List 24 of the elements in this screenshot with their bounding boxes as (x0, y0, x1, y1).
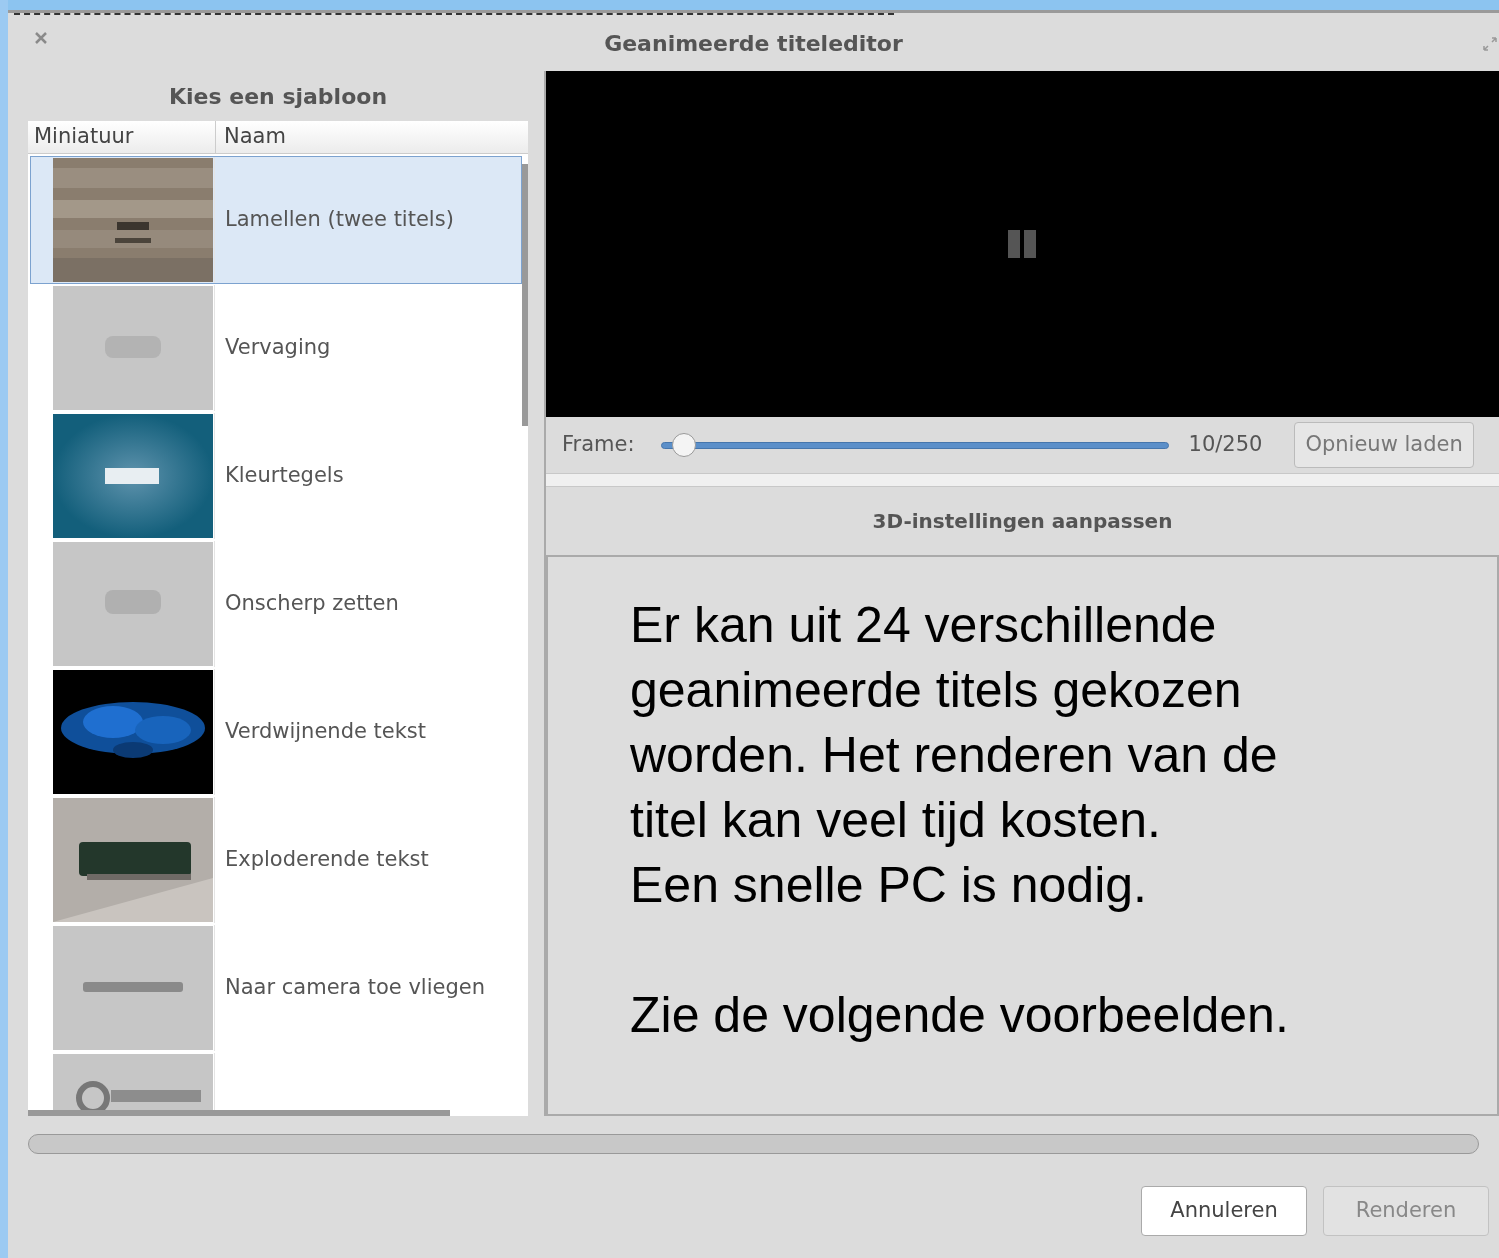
column-header[interactable]: Miniatuur (28, 121, 216, 153)
scrollbar[interactable] (522, 164, 528, 426)
template-name: Naar camera toe vliegen (225, 973, 485, 1001)
splitter-handle[interactable] (546, 473, 1499, 487)
template-name: Lamellen (twee titels) (225, 205, 454, 233)
frame-label: Frame: (562, 431, 635, 459)
window-title: Geanimeerde titeleditor (604, 29, 903, 58)
column-header[interactable]: Naam (216, 121, 528, 153)
close-icon[interactable] (34, 31, 48, 45)
template-name: Kleurtegels (225, 461, 344, 489)
template-name: Vervaging (225, 333, 331, 361)
scrollbar[interactable] (28, 1110, 450, 1116)
template-row[interactable]: Lamellen (twee titels) (30, 155, 522, 284)
reload-button[interactable]: Opnieuw laden (1294, 422, 1474, 468)
frame-reading: 10/250 (1188, 431, 1263, 459)
template-name: Onscherp zetten (225, 589, 399, 617)
template-name: Exploderende tekst (225, 845, 429, 873)
slider-thumb[interactable] (672, 433, 697, 457)
description-text: Er kan uit 24 verschillende geanimeerde titels gekozen worden. Het renderen van de titel kan veel tijd kosten. Een snelle PC is nodig. Zie de volgende voorbeelden. (630, 596, 1290, 1045)
pause-icon[interactable] (1007, 230, 1038, 258)
dialog-button[interactable]: Annuleren (1141, 1186, 1307, 1236)
panel-heading: Kies een sjabloon (167, 82, 389, 111)
template-name: Verdwijnende tekst (225, 717, 427, 745)
maximize-icon[interactable] (1481, 35, 1499, 53)
